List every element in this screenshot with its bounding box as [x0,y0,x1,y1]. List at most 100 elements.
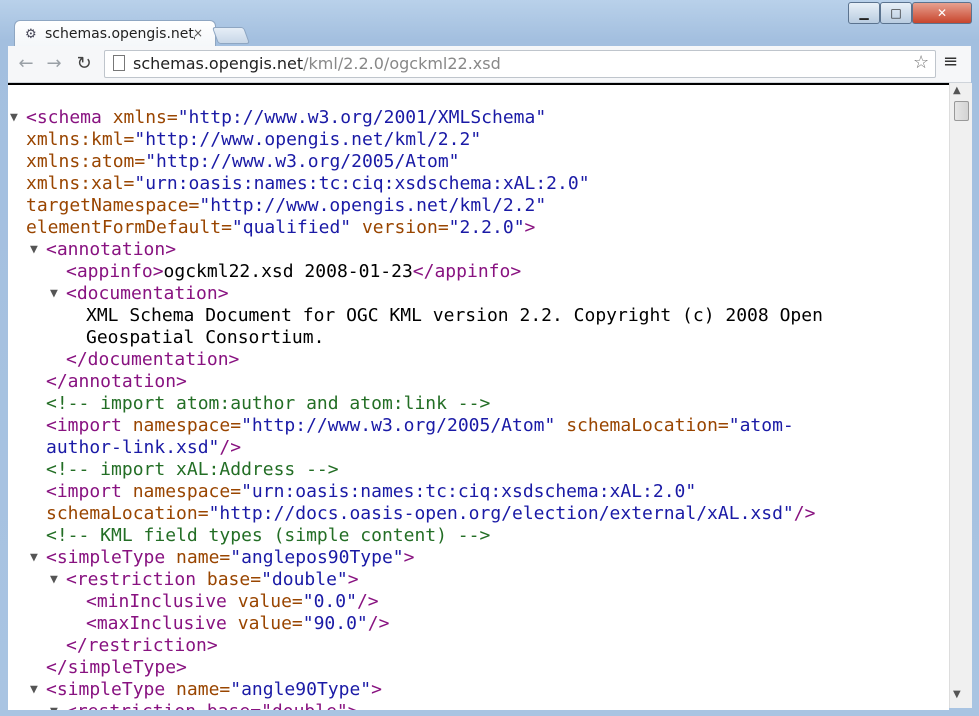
tag: > [347,569,359,590]
tag: <import [46,415,122,436]
tag: </restriction> [66,635,218,656]
xml-line: <!-- import xAL:Address --> [46,459,339,481]
maximize-button[interactable]: □ [880,2,912,24]
value: "urn:oasis:names:tc:ciq:xsdschema:xAL:2.… [241,481,697,502]
collapse-arrow-icon[interactable]: ▼ [50,283,58,305]
value: "atom- [728,415,794,436]
tag: /> [793,503,816,524]
value: "90.0" [302,613,368,634]
tab-close-icon[interactable]: × [193,26,203,40]
attr: schemaLocation= [555,415,729,436]
attr: schemaLocation= [46,503,209,524]
tag: <simpleType [46,679,166,700]
scrollbar-thumb[interactable] [954,101,969,121]
xml-line: <schema xmlns="http://www.w3.org/2001/XM… [26,107,546,129]
favicon-icon: ⚙ [25,27,37,42]
xml-line: <annotation> [46,239,176,261]
value: "double" [261,569,348,590]
page-icon [113,55,125,71]
tag: <import [46,481,122,502]
value: "http://docs.oasis-open.org/election/ext… [208,503,794,524]
url-host: schemas.opengis.net [133,54,304,73]
attr: namespace= [121,481,242,502]
comment: <!-- KML field types (simple content) --… [46,525,491,546]
menu-icon[interactable]: ≡ [943,51,958,72]
vertical-scrollbar[interactable]: ▲ ▼ [949,83,972,708]
attr: xmlns:xal= [26,173,135,194]
xml-line: <restriction base="double"> [66,701,359,710]
tab-title: schemas.opengis.net/ [45,26,195,42]
tag: > [371,679,382,700]
xml-line: <minInclusive value="0.0"/> [86,591,379,613]
star-icon[interactable]: ☆ [913,52,929,73]
attr: xmlns:kml= [26,129,135,150]
xml-line: xmlns:xal="urn:oasis:names:tc:ciq:xsdsch… [26,173,590,195]
tag: <maxInclusive [86,613,227,634]
collapse-arrow-icon[interactable]: ▼ [30,547,38,569]
xml-line: <simpleType name="angle90Type"> [46,679,382,701]
tag: <restriction base="double"> [66,701,359,710]
forward-arrow-icon[interactable]: → [42,52,66,76]
xml-line: targetNamespace="http://www.opengis.net/… [26,195,546,217]
scroll-down-icon[interactable]: ▼ [953,689,961,700]
tag: </documentation> [66,349,240,370]
collapse-arrow-icon[interactable]: ▼ [10,107,18,129]
xml-line: XML Schema Document for OGC KML version … [86,305,823,327]
collapse-arrow-icon[interactable]: ▼ [50,701,58,710]
text: XML Schema Document for OGC KML version … [86,305,823,326]
minimize-icon: ▁ [859,6,869,20]
xml-line: </documentation> [66,349,239,371]
attr: base= [196,569,262,590]
close-window-button[interactable]: ✕ [912,2,972,24]
value: "http://www.opengis.net/kml/2.2" [134,129,482,150]
tag: <schema [26,107,102,128]
comment: <!-- import xAL:Address --> [46,459,339,480]
scroll-up-icon[interactable]: ▲ [953,85,961,96]
minimize-button[interactable]: ▁ [848,2,880,24]
value: "http://www.w3.org/2005/Atom" [241,415,556,436]
tag: /> [219,437,242,458]
tag: > [524,217,536,238]
tag: <appinfo> [66,261,164,282]
title-bar: ⚙ schemas.opengis.net/ × ▁ □ ✕ [0,0,979,49]
collapse-arrow-icon[interactable]: ▼ [50,569,58,591]
new-tab-button[interactable] [211,27,251,44]
tag: <simpleType [46,547,166,568]
xml-line: elementFormDefault="qualified" version="… [26,217,535,239]
url-path: /kml/2.2.0/ogckml22.xsd [303,54,501,73]
attr: value= [226,613,303,634]
xml-line: </annotation> [46,371,187,393]
text: Geospatial Consortium. [86,327,325,348]
xml-line: schemaLocation="http://docs.oasis-open.o… [46,503,815,525]
attr: namespace= [121,415,242,436]
attr: name= [165,679,231,700]
tag: <restriction [66,569,197,590]
browser-tab[interactable]: ⚙ schemas.opengis.net/ × [14,20,216,49]
xml-line: xmlns:kml="http://www.opengis.net/kml/2.… [26,129,481,151]
xml-line: <appinfo>ogckml22.xsd 2008-01-23</appinf… [66,261,521,283]
xml-line: author-link.xsd"/> [46,437,241,459]
attr: targetNamespace= [26,195,200,216]
attr: version= [351,217,449,238]
tag: /> [367,613,390,634]
toolbar: ← → ↻ schemas.opengis.net/kml/2.2.0/ogck… [8,46,971,83]
attr: elementFormDefault= [26,217,232,238]
value: "http://www.w3.org/2001/XMLSchema" [177,107,547,128]
text: ogckml22.xsd 2008-01-23 [163,261,413,282]
collapse-arrow-icon[interactable]: ▼ [30,679,38,701]
xml-line: xmlns:atom="http://www.w3.org/2005/Atom" [26,151,460,173]
tag: <minInclusive [86,591,227,612]
xml-line: <maxInclusive value="90.0"/> [86,613,389,635]
xml-viewer: ▼ <schema xmlns="http://www.w3.org/2001/… [8,83,949,710]
value: "0.0" [302,591,357,612]
tag: <annotation> [46,239,177,260]
address-bar[interactable]: schemas.opengis.net/kml/2.2.0/ogckml22.x… [104,50,936,78]
collapse-arrow-icon[interactable]: ▼ [30,239,38,261]
url-text: schemas.opengis.net/kml/2.2.0/ogckml22.x… [133,54,501,73]
back-arrow-icon[interactable]: ← [14,52,38,76]
xml-line: </restriction> [66,635,218,657]
comment: <!-- import atom:author and atom:link --… [46,393,491,414]
reload-icon[interactable]: ↻ [72,52,96,76]
value: author-link.xsd" [46,437,220,458]
xml-line: </simpleType> [46,657,187,679]
